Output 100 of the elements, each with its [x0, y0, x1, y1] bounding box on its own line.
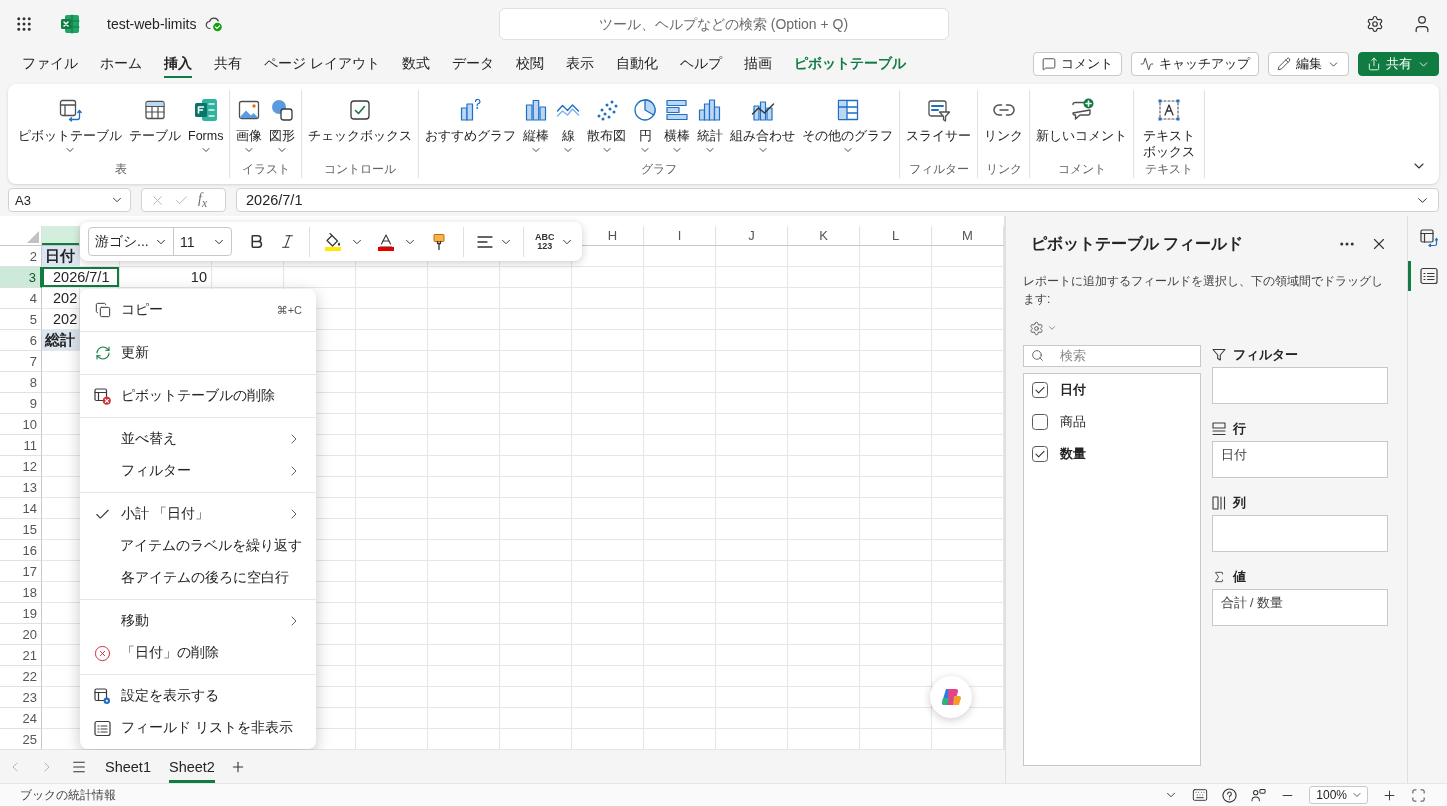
row-header[interactable]: 5 [0, 309, 42, 330]
shapes-button[interactable]: 図形 [266, 92, 299, 156]
column-header[interactable] [42, 226, 80, 245]
user-bubble-icon[interactable] [1251, 787, 1267, 803]
menu-tab[interactable]: ファイル [22, 50, 78, 78]
pie-chart-button[interactable]: 円 [630, 92, 661, 156]
menu-item[interactable]: 設定を表示する [80, 680, 316, 712]
menu-tab[interactable]: 校閲 [515, 50, 544, 78]
new-comment-button[interactable]: 新しいコメント [1033, 92, 1131, 144]
formula-field[interactable]: 2026/7/1 [236, 188, 1439, 212]
drop-area[interactable]: 日付 [1211, 441, 1388, 478]
text-box-button[interactable]: テキストボックス [1137, 92, 1202, 160]
pivot-table-button[interactable]: ピボットテーブル [15, 92, 125, 156]
menu-item[interactable]: コピー ⌘+C [80, 294, 316, 326]
row-header[interactable]: 8 [0, 372, 42, 393]
column-chart-button[interactable]: 縦棒 [520, 92, 553, 156]
row-header[interactable]: 9 [0, 393, 42, 414]
line-chart-button[interactable]: 線 [553, 92, 584, 156]
menu-tab[interactable]: 描画 [743, 50, 772, 78]
menu-tab[interactable]: 表示 [565, 50, 594, 78]
menu-tab[interactable]: ヘルプ [679, 50, 722, 78]
menu-tab[interactable]: 挿入 [164, 50, 192, 78]
checkbox-button[interactable]: チェックボックス [305, 92, 416, 144]
row-header[interactable]: 11 [0, 435, 42, 456]
insert-function[interactable]: f$_{x}$ [198, 190, 208, 210]
bold-icon[interactable] [248, 233, 265, 250]
row-header[interactable]: 20 [0, 624, 42, 645]
sheet-tab[interactable]: Sheet1 [105, 750, 151, 783]
row-header[interactable]: 12 [0, 456, 42, 477]
menu-item[interactable]: アイテムのラベルを繰り返す [80, 530, 316, 562]
menu-tab[interactable]: ページ レイアウト [264, 50, 380, 78]
combo-chart-button[interactable]: 組み合わせ [727, 92, 799, 156]
link-button[interactable]: リンク [981, 92, 1027, 144]
status-label[interactable]: ブックの統計情報 [20, 786, 116, 804]
image-button[interactable]: 画像 [233, 92, 266, 156]
table-button[interactable]: テーブル [126, 92, 184, 144]
zoom-in-icon[interactable] [1382, 787, 1397, 803]
comment-button[interactable]: コメント [1033, 52, 1122, 76]
menu-item[interactable]: 更新 [80, 337, 316, 369]
row-header[interactable]: 21 [0, 645, 42, 666]
menu-item[interactable]: 各アイテムの後ろに空白行 [80, 562, 316, 594]
row-header[interactable]: 7 [0, 351, 42, 372]
row-header[interactable]: 22 [0, 666, 42, 687]
row-header[interactable]: 19 [0, 603, 42, 624]
area-item[interactable]: 合計 / 数量 [1220, 596, 1283, 610]
row-header[interactable]: 10 [0, 414, 42, 435]
scatter-chart-button[interactable]: 散布図 [584, 92, 630, 156]
recommended-chart-button[interactable]: おすすめグラフ [422, 92, 520, 144]
menu-tab[interactable]: 数式 [401, 50, 430, 78]
menu-item[interactable]: フィールド リストを非表示 [80, 712, 316, 744]
menu-tab[interactable]: 自動化 [615, 50, 658, 78]
row-header[interactable]: 18 [0, 582, 42, 603]
waffle-menu-icon[interactable] [15, 15, 33, 33]
menu-item[interactable]: フィルター [80, 455, 316, 487]
checkbox[interactable] [1032, 414, 1048, 430]
font-color-icon[interactable] [376, 232, 396, 251]
italic-icon[interactable] [279, 233, 296, 250]
row-header[interactable]: 15 [0, 519, 42, 540]
row-header[interactable]: 25 [0, 729, 42, 750]
row-header[interactable]: 3 [0, 267, 42, 288]
settings-icon[interactable] [1366, 15, 1384, 33]
share-button[interactable]: 共有 [1358, 52, 1439, 76]
name-box[interactable]: A3 [8, 188, 131, 212]
row-header[interactable]: 16 [0, 540, 42, 561]
menu-item[interactable]: 並べ替え [80, 423, 316, 455]
fill-color-icon[interactable] [323, 232, 343, 251]
menu-tab[interactable]: ホーム [100, 50, 142, 78]
menu-item[interactable]: 「日付」の削除 [80, 637, 316, 669]
area-item[interactable]: 日付 [1220, 448, 1247, 462]
row-header[interactable]: 4 [0, 288, 42, 309]
help-icon[interactable] [1222, 787, 1238, 803]
keyboard-icon[interactable] [1192, 787, 1209, 803]
menu-tab[interactable]: ピボットテーブル [793, 50, 906, 78]
search-field[interactable]: ツール、ヘルプなどの検索 (Option + Q) [498, 8, 949, 40]
row-header[interactable]: 24 [0, 708, 42, 729]
catch-up-button[interactable]: キャッチアップ [1131, 52, 1259, 76]
checkbox[interactable] [1032, 382, 1048, 398]
comment-icon [1042, 57, 1056, 71]
row-header[interactable]: 23 [0, 687, 42, 708]
row-header[interactable]: 17 [0, 561, 42, 582]
menu-item[interactable]: ピボットテーブルの削除 [80, 380, 316, 412]
menu-tab[interactable]: 共有 [214, 50, 242, 78]
edit-button[interactable]: 編集 [1268, 52, 1349, 76]
forms-button[interactable]: Forms [185, 92, 227, 156]
bar-chart-button[interactable]: 横棒 [661, 92, 694, 156]
fullscreen-icon[interactable] [1411, 787, 1426, 803]
row-header[interactable]: 6 [0, 330, 42, 351]
zoom-select[interactable]: 100% [1309, 786, 1368, 804]
number-format[interactable]: ABC 123 [535, 232, 555, 251]
menu-item[interactable]: 移動 [80, 605, 316, 637]
statistic-chart-button[interactable]: 統計 [694, 92, 727, 156]
checkbox[interactable] [1032, 446, 1048, 462]
menu-tab[interactable]: データ [451, 50, 494, 78]
other-chart-button[interactable]: その他のグラフ [799, 92, 897, 156]
slicer-button[interactable]: スライサー [903, 92, 975, 144]
drop-area[interactable]: 合計 / 数量 [1211, 589, 1388, 626]
row-header[interactable]: 13 [0, 477, 42, 498]
row-header[interactable]: 2 [0, 246, 42, 267]
search-field[interactable]: 検索 [1023, 345, 1201, 367]
row-header[interactable]: 14 [0, 498, 42, 519]
